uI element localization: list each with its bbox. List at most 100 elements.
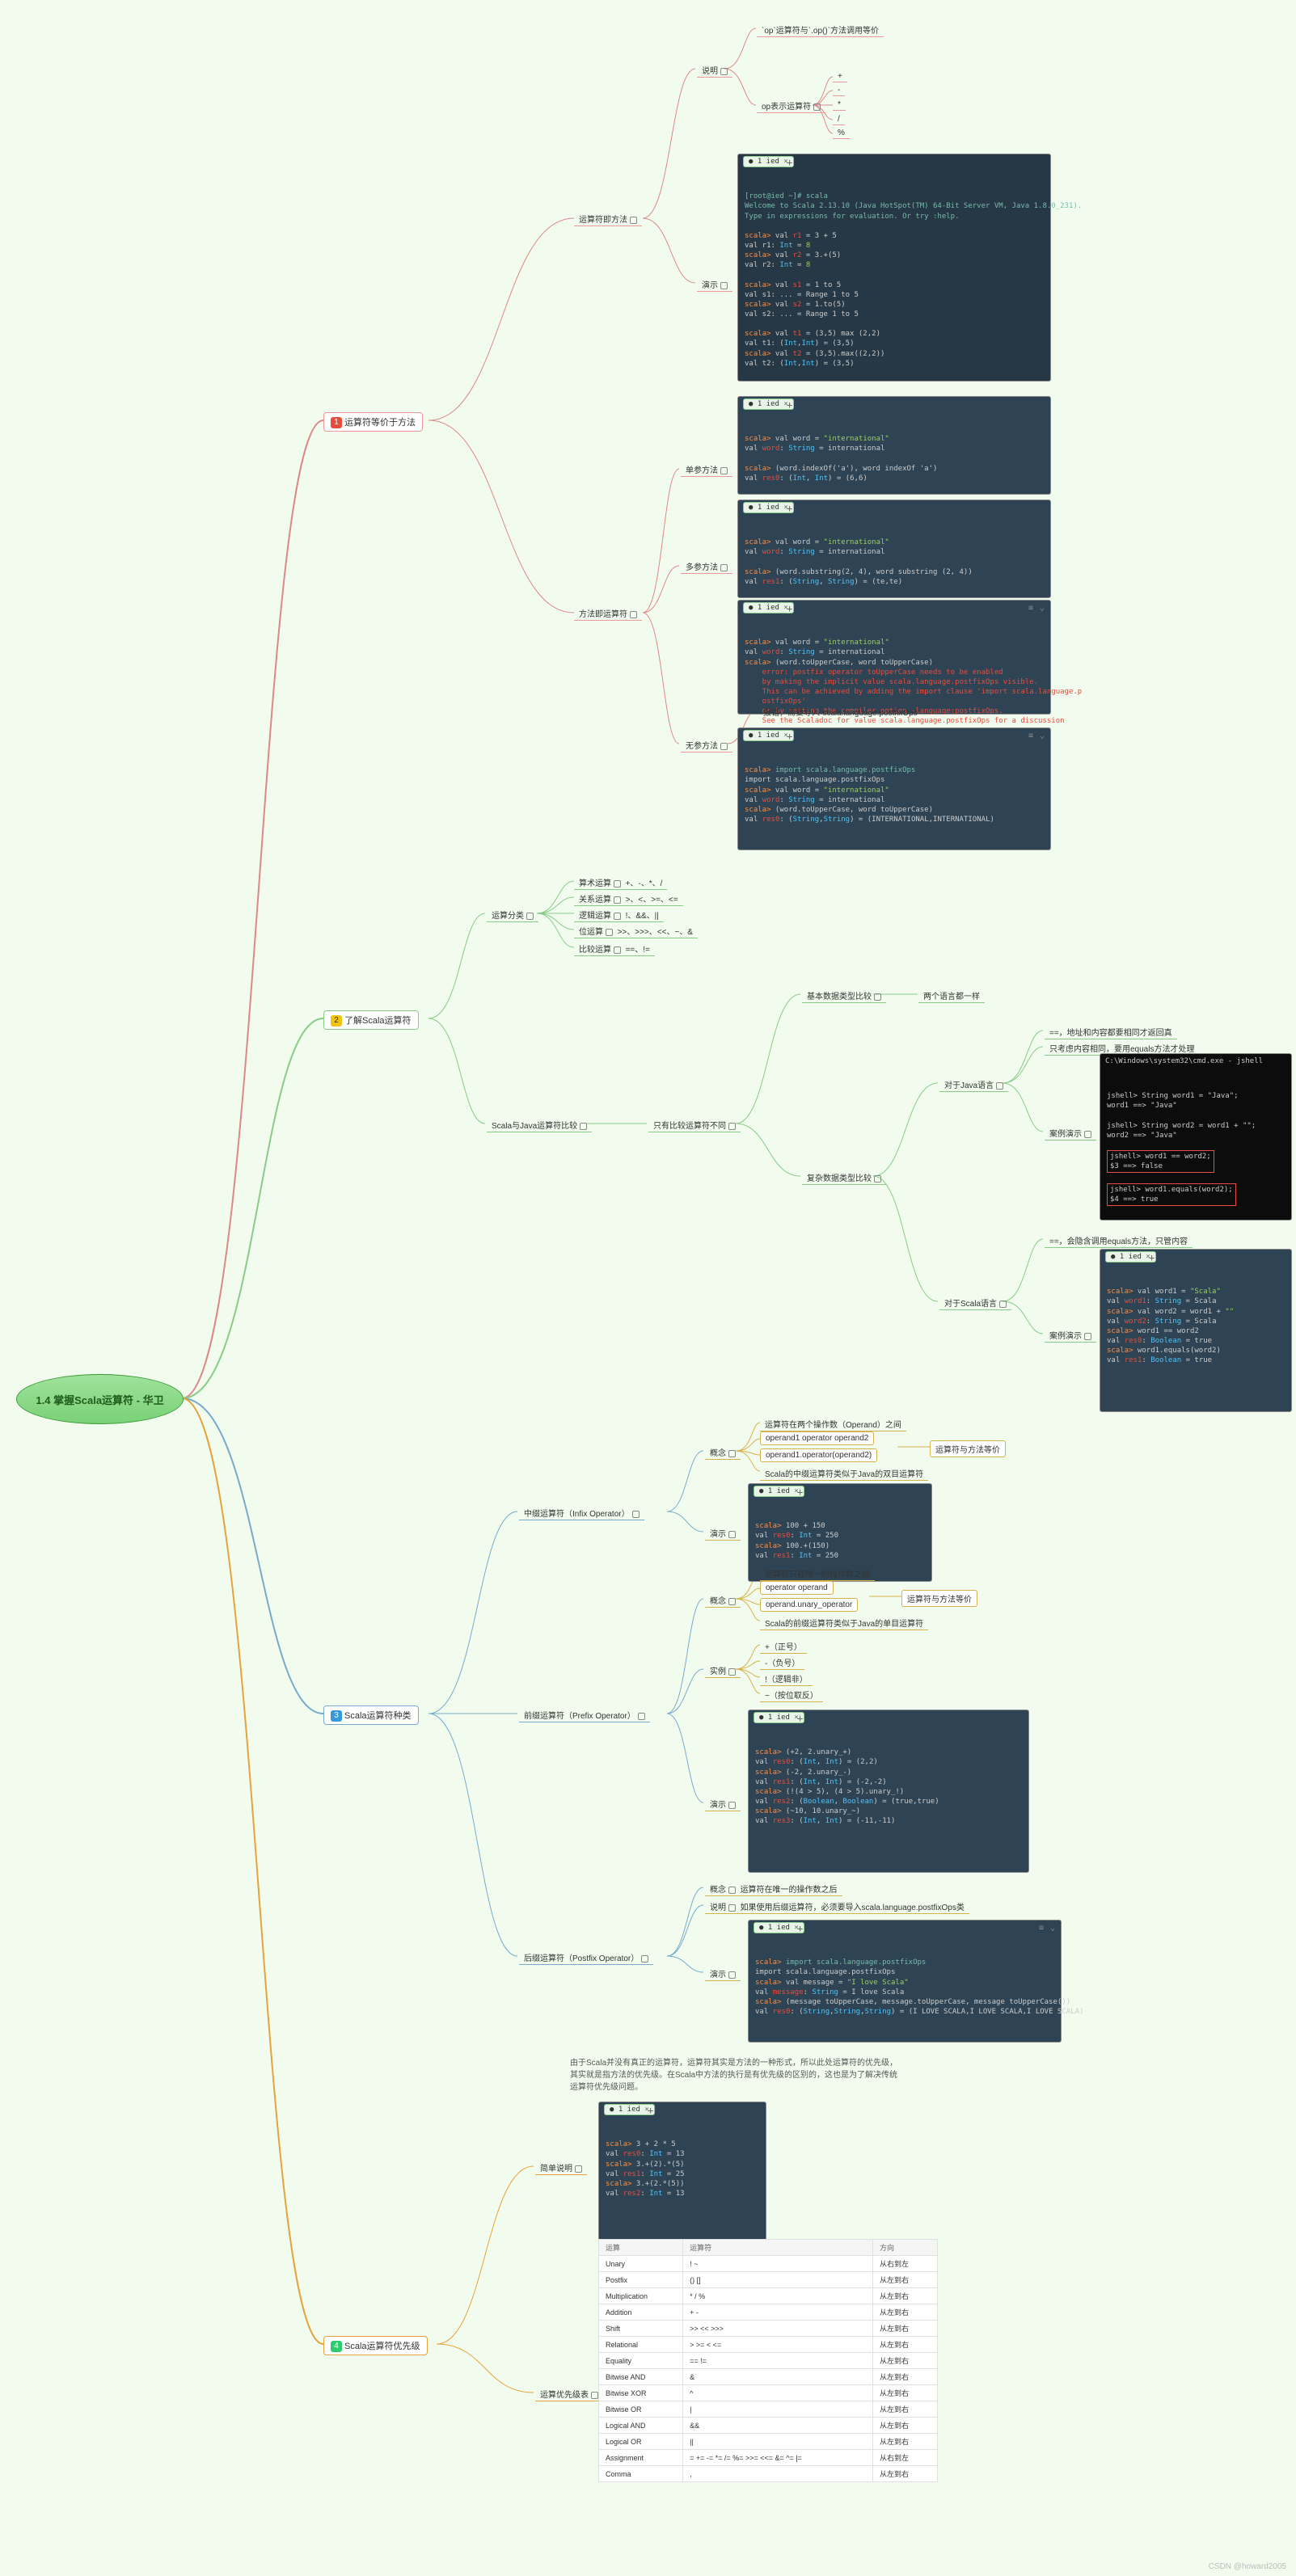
scala-case[interactable]: 案例演示 (1045, 1328, 1096, 1343)
expand-icon[interactable] (999, 1301, 1007, 1308)
prefix-c4: Scala的前缀运算符类似于Java的单目运算符 (760, 1616, 928, 1630)
op-plus: + (833, 71, 847, 82)
infix-concept[interactable]: 概念 (705, 1445, 741, 1460)
plus-icon: + (787, 602, 792, 615)
expand-icon[interactable] (728, 1450, 736, 1457)
cat-rel[interactable]: 关系运算 >、<、>=、<= (574, 892, 683, 906)
expand-icon[interactable] (728, 1123, 736, 1130)
table-row: Addition+ -从左到右 (599, 2304, 938, 2321)
l1-operators-eq-methods[interactable]: 1运算符等价于方法 (323, 412, 423, 432)
expand-icon[interactable] (1084, 1333, 1091, 1340)
ex-bitnot: ~（按位取反） (760, 1688, 823, 1702)
expand-icon[interactable] (728, 1904, 736, 1912)
expand-icon[interactable] (728, 1887, 736, 1894)
expand-icon[interactable] (638, 1713, 645, 1720)
plus-icon: + (797, 1712, 803, 1725)
no-param[interactable]: 无参方法 (681, 738, 732, 753)
expand-icon[interactable] (728, 1598, 736, 1605)
precedence-desc: 由于Scala并没有真正的运算符，运算符其实是方法的一种形式，所以此处运算符的优… (570, 2057, 901, 2093)
prefix-c2: operator operand (760, 1581, 834, 1595)
expand-icon[interactable] (728, 1668, 736, 1676)
table-row: Logical OR||从左到右 (599, 2434, 938, 2450)
l1-operator-precedence[interactable]: 4Scala运算符优先级 (323, 2336, 428, 2355)
ex-neg: -（负号） (760, 1655, 804, 1670)
menu-icon[interactable]: ≡ ⌄ (1028, 731, 1045, 742)
expand-icon[interactable] (728, 1802, 736, 1809)
prefix-examples[interactable]: 实例 (705, 1663, 741, 1678)
l1-know-operators[interactable]: 2了解Scala运算符 (323, 1010, 419, 1030)
expand-icon[interactable] (720, 68, 728, 75)
expand-icon[interactable] (630, 611, 637, 618)
scala-repl-shot-1: ● 1 ied+ [root@ied ~]# scala Welcome to … (737, 154, 1051, 382)
prefix-demo[interactable]: 演示 (705, 1797, 741, 1811)
scala-repl-shot-4b: ● 1 ied+≡ ⌄ scala> import scala.language… (737, 727, 1051, 850)
cat-bit[interactable]: 位运算 >>、>>>、<<、~、& (574, 924, 698, 938)
explain2[interactable]: op表示运算符 (757, 99, 825, 113)
explain[interactable]: 说明 (697, 63, 732, 78)
expand-icon[interactable] (720, 743, 728, 750)
basic-cmp[interactable]: 基本数据类型比较 (802, 989, 886, 1003)
plus-icon: + (787, 156, 792, 169)
menu-icon[interactable]: ≡ ⌄ (1028, 603, 1045, 614)
scala-repl-shot-2: ● 1 ied+ scala> val word = "internationa… (737, 396, 1051, 495)
scala-vs-java[interactable]: Scala与Java运算符比较 (487, 1118, 592, 1132)
postfix-op[interactable]: 后缀运算符（Postfix Operator） (519, 1950, 653, 1965)
table-row: Assignment= += -= *= /= %= >>= <<= &= ^=… (599, 2450, 938, 2466)
expand-icon[interactable] (728, 1531, 736, 1538)
expand-icon[interactable] (1084, 1131, 1091, 1138)
expand-icon[interactable] (874, 1175, 881, 1183)
complex-cmp[interactable]: 复杂数据类型比较 (802, 1170, 886, 1185)
l1-operator-kinds[interactable]: 3Scala运算符种类 (323, 1705, 419, 1725)
plus-icon: + (797, 1922, 803, 1935)
scala-repl-shot-3: ● 1 ied+ scala> val word = "internationa… (737, 500, 1051, 598)
java-case[interactable]: 案例演示 (1045, 1126, 1096, 1140)
precedence-table-label[interactable]: 运算优先级表 (535, 2387, 603, 2401)
postfix-explain[interactable]: 说明 如果使用后缀运算符，必须要导入scala.language.postfix… (705, 1899, 969, 1914)
expand-icon[interactable] (996, 1082, 1003, 1090)
prefix-c3: operand.unary_operator (760, 1598, 858, 1612)
demo1[interactable]: 演示 (697, 277, 732, 292)
op-category[interactable]: 运算分类 (487, 908, 538, 922)
expand-icon[interactable] (591, 2392, 598, 2399)
table-row: Equality== !=从左到右 (599, 2353, 938, 2369)
menu-icon[interactable]: ≡ ⌄ (1039, 1923, 1056, 1934)
expand-icon[interactable] (720, 282, 728, 289)
for-java[interactable]: 对于Java语言 (939, 1077, 1008, 1092)
table-row: Relational> >= < <=从左到右 (599, 2337, 938, 2353)
jshell-shot: C:\Windows\system32\cmd.exe - jshell jsh… (1100, 1053, 1292, 1221)
expand-icon[interactable] (641, 1955, 648, 1963)
expand-icon[interactable] (720, 564, 728, 571)
expand-icon[interactable] (580, 1123, 587, 1130)
java-eq: ==，地址和内容都要相同才返回真 (1045, 1025, 1177, 1039)
op-mul: * (833, 99, 846, 111)
op-div: / (833, 114, 845, 125)
multi-param[interactable]: 多参方法 (681, 559, 732, 574)
expand-icon[interactable] (720, 467, 728, 474)
only-cmp-diff[interactable]: 只有比较运算符不同 (648, 1118, 741, 1132)
watermark: CSDN @howard2005 (1209, 2562, 1286, 2571)
for-scala[interactable]: 对于Scala语言 (939, 1296, 1011, 1310)
infix-op[interactable]: 中缀运算符（Infix Operator） (519, 1506, 644, 1520)
expand-icon[interactable] (813, 103, 821, 111)
expand-icon[interactable] (632, 1511, 640, 1518)
scala-eq: ==，会隐含调用equals方法，只管内容 (1045, 1233, 1193, 1248)
expand-icon[interactable] (526, 913, 534, 920)
single-param[interactable]: 单参方法 (681, 462, 732, 477)
postfix-concept[interactable]: 概念 运算符在唯一的操作数之后 (705, 1882, 842, 1896)
prefix-c1: 运算符只在唯一的操作数之前 (760, 1566, 875, 1581)
prefix-op[interactable]: 前缀运算符（Prefix Operator） (519, 1708, 650, 1722)
op-is-method[interactable]: 运算符即方法 (574, 212, 642, 226)
cat-arith[interactable]: 算术运算 +、-、*、/ (574, 875, 667, 890)
expand-icon[interactable] (575, 2165, 582, 2173)
scala-shot-prefix: ● 1 ied+ scala> (+2, 2.unary_+) val res0… (748, 1710, 1029, 1873)
expand-icon[interactable] (630, 217, 637, 224)
cat-cmp[interactable]: 比较运算 ==、!= (574, 942, 655, 956)
table-row: Logical AND&&从左到右 (599, 2418, 938, 2434)
postfix-demo[interactable]: 演示 (705, 1967, 741, 1981)
cat-logic[interactable]: 逻辑运算 !、&&、|| (574, 908, 664, 922)
expand-icon[interactable] (728, 1971, 736, 1979)
infix-demo[interactable]: 演示 (705, 1526, 741, 1541)
method-is-op[interactable]: 方法即运算符 (574, 606, 642, 621)
prefix-concept[interactable]: 概念 (705, 1593, 741, 1608)
simple-explain[interactable]: 简单说明 (535, 2161, 587, 2175)
